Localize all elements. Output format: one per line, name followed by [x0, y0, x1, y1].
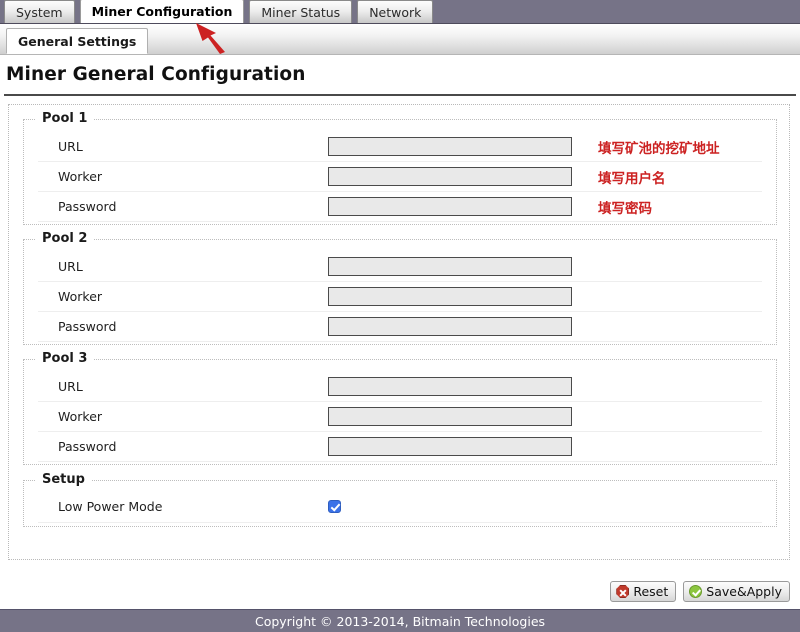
input-pool-1-password[interactable]	[328, 197, 572, 216]
footer-bar: Copyright © 2013-2014, Bitmain Technolog…	[0, 609, 800, 632]
subtab-general-settings[interactable]: General Settings	[6, 28, 149, 54]
row-pool-1-worker: Worker 填写用户名	[38, 162, 762, 192]
checkbox-low-power-mode[interactable]	[328, 500, 341, 513]
row-pool-1-url: URL 填写矿池的挖矿地址	[38, 132, 762, 162]
hint-pool-1-url: 填写矿池的挖矿地址	[598, 140, 720, 157]
fieldset-pool-1: Pool 1 URL 填写矿池的挖矿地址 Worker 填写用户名 Passwo…	[23, 111, 777, 225]
legend-pool-2: Pool 2	[36, 231, 94, 246]
reset-button[interactable]: Reset	[610, 581, 677, 602]
fieldset-pool-2: Pool 2 URL Worker Password	[23, 231, 777, 345]
label-pool-3-worker: Worker	[58, 409, 103, 424]
label-pool-1-password: Password	[58, 199, 117, 214]
label-pool-3-url: URL	[58, 379, 83, 394]
tab-miner-configuration[interactable]: Miner Configuration	[79, 0, 245, 23]
tab-miner-status[interactable]: Miner Status	[249, 0, 353, 23]
label-pool-1-url: URL	[58, 139, 83, 154]
action-button-bar: Reset Save&Apply	[610, 581, 790, 602]
fieldset-setup: Setup Low Power Mode	[23, 472, 777, 527]
label-pool-2-password: Password	[58, 319, 117, 334]
input-pool-2-password[interactable]	[328, 317, 572, 336]
primary-tab-bar: System Miner Configuration Miner Status …	[0, 0, 800, 24]
settings-panel: Pool 1 URL 填写矿池的挖矿地址 Worker 填写用户名 Passwo…	[8, 104, 790, 560]
row-pool-3-url: URL	[38, 372, 762, 402]
check-circle-icon	[689, 585, 703, 598]
save-apply-button[interactable]: Save&Apply	[683, 581, 790, 602]
legend-setup: Setup	[36, 472, 91, 487]
miner-config-page: System Miner Configuration Miner Status …	[0, 0, 800, 632]
row-low-power-mode: Low Power Mode	[38, 491, 762, 523]
tab-network[interactable]: Network	[357, 0, 434, 23]
input-pool-3-password[interactable]	[328, 437, 572, 456]
row-pool-1-password: Password 填写密码	[38, 192, 762, 222]
row-pool-3-password: Password	[38, 432, 762, 462]
copyright-text: Copyright © 2013-2014, Bitmain Technolog…	[254, 613, 546, 629]
label-low-power-mode: Low Power Mode	[58, 499, 163, 514]
reset-button-label: Reset	[633, 584, 669, 599]
input-pool-2-url[interactable]	[328, 257, 572, 276]
hint-pool-1-password: 填写密码	[598, 200, 652, 217]
page-title: Miner General Configuration	[6, 64, 306, 85]
label-pool-1-worker: Worker	[58, 169, 103, 184]
label-pool-2-url: URL	[58, 259, 83, 274]
input-pool-3-worker[interactable]	[328, 407, 572, 426]
title-divider	[4, 94, 796, 96]
input-pool-1-url[interactable]	[328, 137, 572, 156]
reset-error-icon	[616, 585, 630, 598]
label-pool-3-password: Password	[58, 439, 117, 454]
input-pool-2-worker[interactable]	[328, 287, 572, 306]
tab-system[interactable]: System	[4, 0, 75, 23]
row-pool-3-worker: Worker	[38, 402, 762, 432]
row-pool-2-password: Password	[38, 312, 762, 342]
secondary-tab-bar: General Settings	[0, 24, 800, 55]
hint-pool-1-worker: 填写用户名	[598, 170, 666, 187]
row-pool-2-url: URL	[38, 252, 762, 282]
label-pool-2-worker: Worker	[58, 289, 103, 304]
row-pool-2-worker: Worker	[38, 282, 762, 312]
legend-pool-3: Pool 3	[36, 351, 94, 366]
save-apply-button-label: Save&Apply	[706, 584, 782, 599]
input-pool-1-worker[interactable]	[328, 167, 572, 186]
legend-pool-1: Pool 1	[36, 111, 94, 126]
input-pool-3-url[interactable]	[328, 377, 572, 396]
fieldset-pool-3: Pool 3 URL Worker Password	[23, 351, 777, 465]
